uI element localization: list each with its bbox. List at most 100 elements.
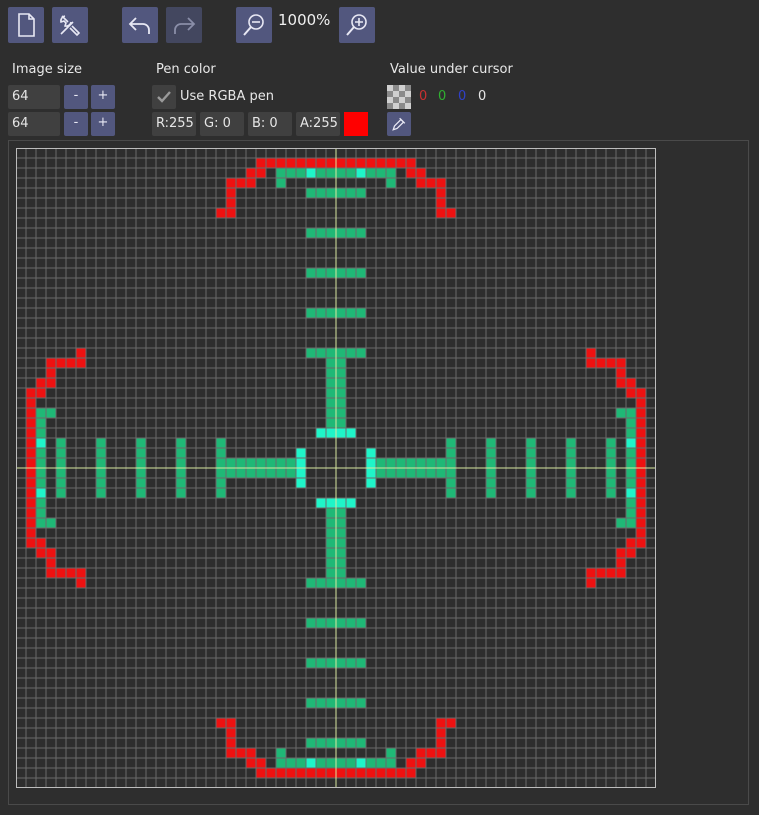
pixel-green[interactable]	[326, 558, 336, 568]
pixel-green[interactable]	[356, 578, 366, 588]
pixel-green[interactable]	[406, 468, 416, 478]
pixel-red[interactable]	[266, 158, 276, 168]
pixel-green[interactable]	[626, 458, 636, 468]
pixel-green[interactable]	[336, 268, 346, 278]
pixel-cyan[interactable]	[326, 428, 336, 438]
pixel-green[interactable]	[96, 458, 106, 468]
pixel-green[interactable]	[336, 568, 346, 578]
pixel-green[interactable]	[316, 168, 326, 178]
pixel-green[interactable]	[346, 618, 356, 628]
pixel-green[interactable]	[356, 188, 366, 198]
pixel-cyan[interactable]	[366, 448, 376, 458]
pixel-red[interactable]	[36, 378, 46, 388]
pixel-green[interactable]	[326, 538, 336, 548]
pen-blue-field[interactable]: B: 0	[248, 112, 292, 136]
pixel-red[interactable]	[256, 768, 266, 778]
pixel-red[interactable]	[616, 558, 626, 568]
pixel-green[interactable]	[306, 578, 316, 588]
pixel-green[interactable]	[336, 358, 346, 368]
pixel-green[interactable]	[526, 478, 536, 488]
pixel-green[interactable]	[326, 618, 336, 628]
pixel-red[interactable]	[246, 178, 256, 188]
pixel-green[interactable]	[56, 458, 66, 468]
pixel-green[interactable]	[46, 408, 56, 418]
pixel-red[interactable]	[606, 568, 616, 578]
pixel-green[interactable]	[316, 308, 326, 318]
pixel-green[interactable]	[36, 518, 46, 528]
pixel-green[interactable]	[446, 468, 456, 478]
pen-alpha-field[interactable]: A:255	[296, 112, 340, 136]
pixel-green[interactable]	[176, 448, 186, 458]
pixel-red[interactable]	[366, 158, 376, 168]
pixel-green[interactable]	[566, 478, 576, 488]
pixel-green[interactable]	[216, 478, 226, 488]
pixel-red[interactable]	[426, 748, 436, 758]
pixel-green[interactable]	[336, 398, 346, 408]
pixel-cyan[interactable]	[36, 438, 46, 448]
pixel-green[interactable]	[336, 368, 346, 378]
pixel-green[interactable]	[326, 188, 336, 198]
pixel-red[interactable]	[236, 178, 246, 188]
pixel-green[interactable]	[286, 758, 296, 768]
pixel-green[interactable]	[336, 348, 346, 358]
pixel-cyan[interactable]	[626, 438, 636, 448]
pixel-cyan[interactable]	[346, 498, 356, 508]
pixel-red[interactable]	[356, 158, 366, 168]
pixel-red[interactable]	[636, 438, 646, 448]
pixel-green[interactable]	[526, 458, 536, 468]
pixel-red[interactable]	[636, 478, 646, 488]
pixel-green[interactable]	[326, 168, 336, 178]
pixel-green[interactable]	[326, 268, 336, 278]
pixel-red[interactable]	[636, 448, 646, 458]
pixel-green[interactable]	[336, 578, 346, 588]
pixel-red[interactable]	[36, 548, 46, 558]
pixel-green[interactable]	[486, 448, 496, 458]
pixel-green[interactable]	[316, 268, 326, 278]
pixel-red[interactable]	[616, 358, 626, 368]
pixel-red[interactable]	[286, 158, 296, 168]
pixel-green[interactable]	[566, 438, 576, 448]
pixel-red[interactable]	[26, 388, 36, 398]
pixel-green[interactable]	[326, 738, 336, 748]
image-height-field[interactable]: 64	[8, 112, 60, 136]
pixel-red[interactable]	[616, 378, 626, 388]
pixel-red[interactable]	[216, 208, 226, 218]
pixel-green[interactable]	[56, 478, 66, 488]
pixel-green[interactable]	[216, 488, 226, 498]
pixel-red[interactable]	[376, 158, 386, 168]
pixel-red[interactable]	[26, 398, 36, 408]
pixel-green[interactable]	[326, 308, 336, 318]
pixel-red[interactable]	[406, 168, 416, 178]
pixel-cyan[interactable]	[366, 458, 376, 468]
pixel-red[interactable]	[636, 388, 646, 398]
pixel-red[interactable]	[396, 158, 406, 168]
pixel-green[interactable]	[256, 468, 266, 478]
pixel-green[interactable]	[356, 698, 366, 708]
pixel-red[interactable]	[586, 348, 596, 358]
pixel-red[interactable]	[256, 758, 266, 768]
pixel-green[interactable]	[426, 458, 436, 468]
pixel-green[interactable]	[366, 168, 376, 178]
pixel-green[interactable]	[36, 458, 46, 468]
pixel-green[interactable]	[36, 498, 46, 508]
pixel-green[interactable]	[336, 508, 346, 518]
pixel-green[interactable]	[286, 468, 296, 478]
pixel-red[interactable]	[26, 438, 36, 448]
pixel-green[interactable]	[336, 558, 346, 568]
pixel-cyan[interactable]	[346, 428, 356, 438]
pixel-green[interactable]	[566, 458, 576, 468]
pixel-red[interactable]	[46, 358, 56, 368]
pixel-green[interactable]	[246, 468, 256, 478]
pixel-green[interactable]	[336, 618, 346, 628]
pixel-cyan[interactable]	[356, 168, 366, 178]
pixel-red[interactable]	[46, 568, 56, 578]
pixel-red[interactable]	[436, 208, 446, 218]
pixel-red[interactable]	[636, 488, 646, 498]
pixel-green[interactable]	[626, 428, 636, 438]
pixel-green[interactable]	[306, 268, 316, 278]
pixel-red[interactable]	[26, 538, 36, 548]
pixel-green[interactable]	[446, 448, 456, 458]
pixel-green[interactable]	[176, 478, 186, 488]
pixel-green[interactable]	[266, 458, 276, 468]
pixel-red[interactable]	[376, 768, 386, 778]
